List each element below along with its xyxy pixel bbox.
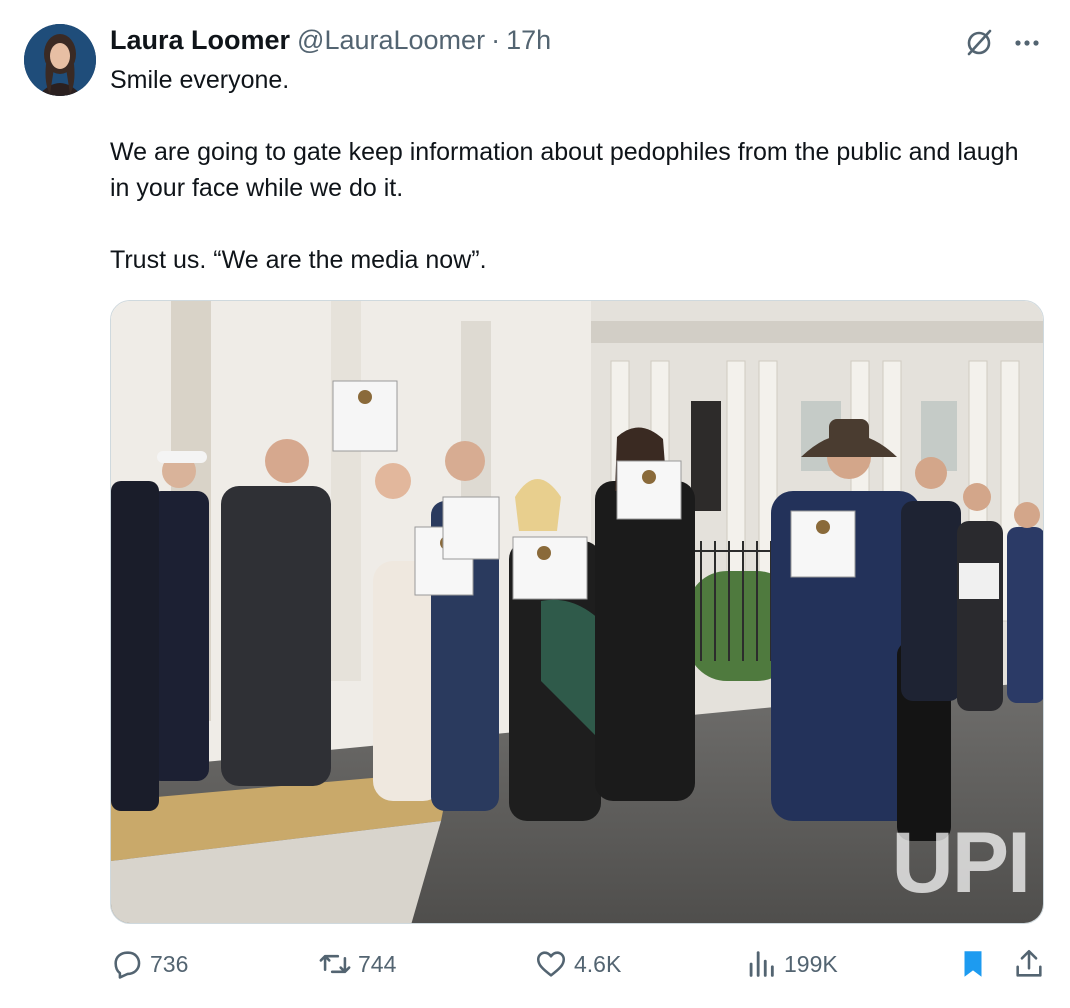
tweet-paragraph: We are going to gate keep information ab… [110,138,1019,202]
author-handle[interactable]: @LauraLoomer [297,25,485,56]
tweet: Laura Loomer @LauraLoomer · 17h Smile ev… [0,0,1070,1008]
like-button[interactable]: 4.6K [534,944,621,984]
reply-icon [114,951,141,979]
tweet-header: Laura Loomer @LauraLoomer · 17h [110,24,551,56]
repost-count: 744 [358,950,397,977]
tweet-paragraph: Trust us. “We are the media now”. [110,246,487,274]
tweet-paragraph: Smile everyone. [110,66,290,94]
timestamp[interactable]: 17h [506,25,551,56]
tweet-text: Smile everyone. We are going to gate kee… [110,62,1030,278]
view-count: 199K [784,950,838,977]
photo-watermark: UPI [891,815,1031,911]
heart-icon [536,951,566,977]
author-name[interactable]: Laura Loomer [110,25,290,56]
bookmark-button[interactable] [956,944,996,984]
avatar[interactable] [24,24,96,96]
views-button[interactable]: 199K [744,944,838,984]
separator-dot: · [491,24,501,55]
retweet-icon [319,954,351,974]
more-icon[interactable] [1010,26,1044,60]
reply-count: 736 [150,950,189,977]
bookmark-icon [964,951,982,977]
share-button[interactable] [1012,944,1052,984]
grok-icon[interactable] [962,26,996,60]
action-bar: 736 744 4.6K 199K [110,944,1044,984]
like-count: 4.6K [574,950,622,977]
tweet-photo[interactable]: UPI [110,300,1044,924]
share-icon [1016,949,1042,977]
views-icon [749,951,774,977]
repost-button[interactable]: 744 [318,944,396,984]
reply-button[interactable]: 736 [110,944,188,984]
